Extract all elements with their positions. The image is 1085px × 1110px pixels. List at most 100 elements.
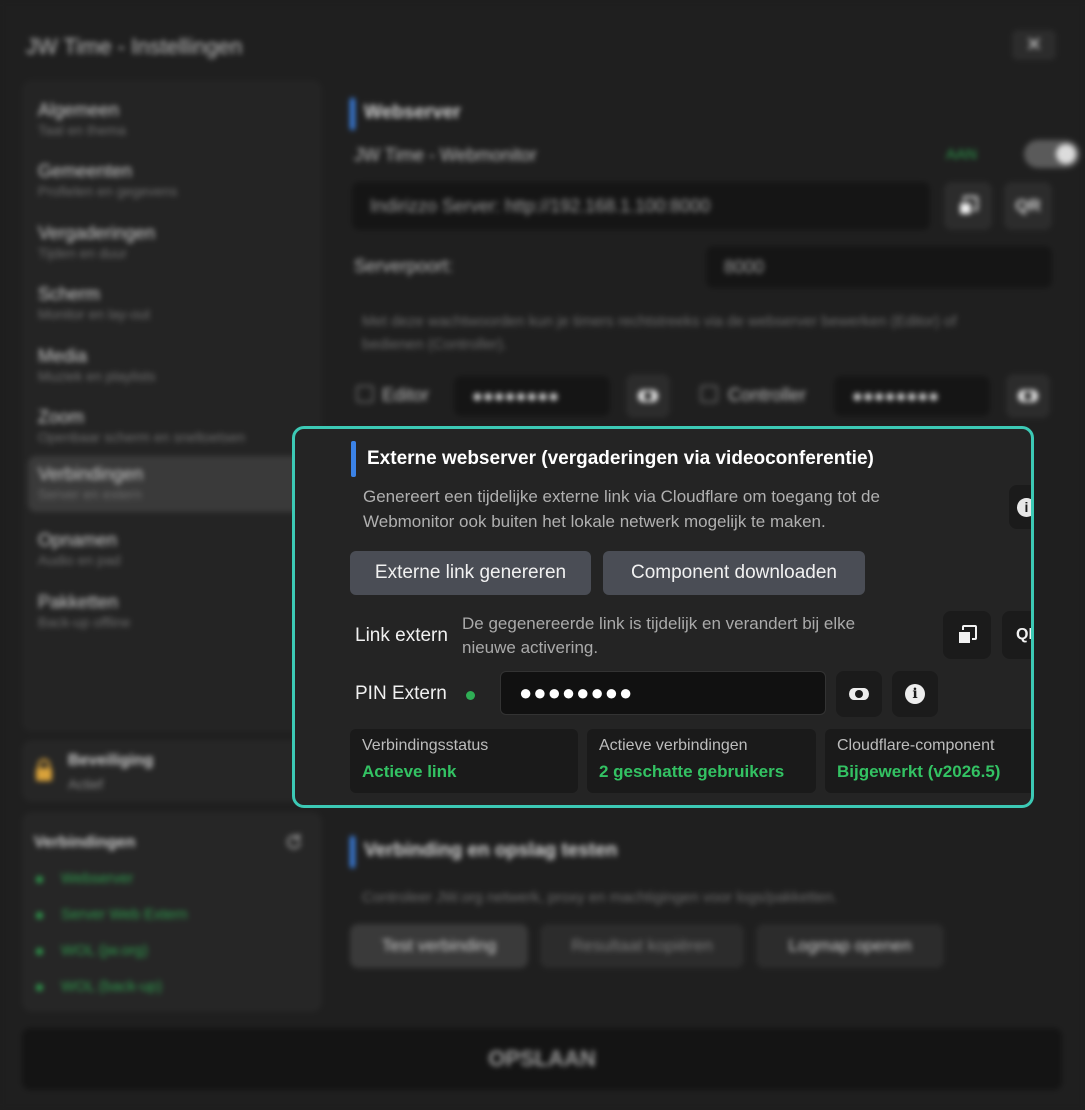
external-webserver-description: Genereert een tijdelijke externe link vi… bbox=[363, 487, 880, 531]
sidebar-item-label: Zoom bbox=[38, 407, 85, 427]
connection-label: Webserver bbox=[61, 870, 134, 887]
qr-code-button[interactable]: QR bbox=[1002, 611, 1031, 659]
connections-title: Verbindingen bbox=[34, 834, 136, 851]
test-heading: Verbinding en opslag testen bbox=[350, 836, 617, 868]
sidebar-item-sub: Monitor en lay-out bbox=[38, 306, 151, 322]
status-dot bbox=[36, 911, 43, 919]
editor-password-field[interactable]: ●●●●●●●● bbox=[454, 376, 610, 416]
sidebar-item-sub: Back-up offline bbox=[38, 614, 131, 630]
port-label: Serverpoort: bbox=[354, 256, 454, 276]
status-dot bbox=[36, 875, 43, 883]
save-button[interactable]: OPSLAAN bbox=[22, 1028, 1062, 1090]
sidebar-item-label: Pakketten bbox=[38, 592, 119, 612]
pin-status-dot bbox=[466, 691, 475, 700]
show-pin-button[interactable] bbox=[836, 671, 882, 717]
info-button[interactable]: i bbox=[1009, 485, 1031, 529]
eye-icon bbox=[1018, 390, 1038, 402]
external-webserver-card: Externe webserver (vergaderingen via vid… bbox=[292, 426, 1034, 808]
sidebar-item-pakketten[interactable]: Pakketten Back-up offline bbox=[28, 584, 315, 640]
connection-item: WOL (jw.org) bbox=[36, 942, 148, 959]
connection-item: Server Web Extern bbox=[36, 906, 187, 923]
port-field[interactable]: 8000 bbox=[706, 246, 1052, 288]
connection-item: WOL (back-up) bbox=[36, 978, 162, 995]
webmonitor-label: JW Time - Webmonitor bbox=[354, 145, 537, 165]
copy-result-button[interactable]: Resultaat kopiëren bbox=[540, 924, 744, 968]
sidebar-item-sub: Muziek en playlists bbox=[38, 368, 156, 384]
connections-panel: Verbindingen Webserver Server Web Extern… bbox=[22, 812, 322, 1012]
controller-password-field[interactable]: ●●●●●●●● bbox=[834, 376, 990, 416]
stat-label: Cloudflare-component bbox=[837, 737, 995, 754]
sidebar-item-media[interactable]: Media Muziek en playlists bbox=[28, 338, 315, 394]
stat-label: Actieve verbindingen bbox=[599, 737, 748, 754]
sidebar-item-label: Opnamen bbox=[38, 530, 118, 550]
editor-label: Editor bbox=[382, 385, 430, 405]
password-note: Met deze wachtwoorden kun je timers rech… bbox=[362, 313, 957, 353]
sidebar-item-label: Media bbox=[38, 346, 88, 366]
sidebar: Algemeen Taal en thema Gemeenten Profiel… bbox=[22, 80, 322, 732]
copy-link-button[interactable] bbox=[943, 611, 991, 659]
security-panel: Beveiliging Actief bbox=[22, 740, 322, 802]
qr-button[interactable]: QR bbox=[1004, 182, 1052, 230]
show-editor-password-button[interactable] bbox=[626, 374, 670, 418]
sidebar-item-label: Vergaderingen bbox=[38, 223, 156, 243]
webmonitor-toggle[interactable] bbox=[1024, 140, 1080, 168]
copy-icon bbox=[956, 624, 978, 646]
sidebar-item-sub: Profielen en gegevens bbox=[38, 183, 178, 199]
eye-icon bbox=[638, 390, 658, 402]
sidebar-item-label: Algemeen bbox=[38, 100, 120, 120]
sidebar-item-zoom[interactable]: Zoom Openbaar scherm en sneltoetsen bbox=[28, 399, 315, 455]
external-link-note: De gegenereerde link is tijdelijk en ver… bbox=[462, 614, 856, 657]
show-controller-password-button[interactable] bbox=[1006, 374, 1050, 418]
sidebar-item-scherm[interactable]: Scherm Monitor en lay-out bbox=[28, 276, 315, 332]
sidebar-item-gemeenten[interactable]: Gemeenten Profielen en gegevens bbox=[28, 153, 315, 209]
sidebar-item-verbindingen[interactable]: Verbindingen Server en extern bbox=[28, 456, 315, 512]
connection-label: Server Web Extern bbox=[61, 906, 188, 923]
info-icon: i bbox=[1017, 498, 1031, 517]
window-title: JW Time - Instellingen bbox=[26, 34, 243, 59]
status-dot bbox=[36, 947, 43, 955]
stat-label: Verbindingsstatus bbox=[362, 737, 489, 754]
pin-info-button[interactable]: i bbox=[892, 671, 938, 717]
connection-label: WOL (jw.org) bbox=[61, 942, 148, 959]
copy-address-button[interactable] bbox=[944, 182, 992, 230]
connection-item: Webserver bbox=[36, 870, 133, 887]
security-status: Actief bbox=[68, 776, 104, 792]
refresh-icon[interactable] bbox=[284, 832, 304, 852]
editor-checkbox[interactable] bbox=[356, 385, 374, 403]
pin-label: PIN Extern bbox=[355, 683, 447, 704]
stat-value: Bijgewerkt (v2026.5) bbox=[837, 762, 1001, 781]
generate-external-link-button[interactable]: Externe link genereren bbox=[350, 551, 591, 595]
connection-label: WOL (back-up) bbox=[61, 978, 163, 995]
cloudflare-component-card: Cloudflare-component Bijgewerkt (v2026.5… bbox=[825, 729, 1031, 793]
sidebar-item-sub: Tijden en duur bbox=[38, 245, 127, 261]
pin-field[interactable]: ●●●●●●●● bbox=[500, 671, 826, 715]
sidebar-item-label: Gemeenten bbox=[38, 161, 133, 181]
close-icon[interactable]: ✕ bbox=[1012, 30, 1056, 60]
security-title: Beveiliging bbox=[68, 752, 154, 769]
sidebar-item-sub: Taal en thema bbox=[38, 122, 126, 138]
active-connections-card: Actieve verbindingen 2 geschatte gebruik… bbox=[587, 729, 816, 793]
toggle-state-label: AAN bbox=[946, 146, 977, 163]
sidebar-item-sub: Server en extern bbox=[38, 486, 142, 502]
test-description: Controleer JW.org netwerk, proxy en mach… bbox=[362, 889, 838, 906]
lock-icon bbox=[36, 758, 52, 781]
connection-status-card: Verbindingsstatus Actieve link bbox=[350, 729, 578, 793]
stat-value: 2 geschatte gebruikers bbox=[599, 762, 785, 781]
controller-checkbox[interactable] bbox=[700, 385, 718, 403]
external-link-label: Link extern bbox=[355, 625, 448, 646]
stat-value: Actieve link bbox=[362, 762, 457, 781]
info-icon: i bbox=[905, 684, 925, 704]
sidebar-item-label: Verbindingen bbox=[38, 464, 144, 484]
sidebar-item-vergaderingen[interactable]: Vergaderingen Tijden en duur bbox=[28, 215, 315, 271]
sidebar-item-algemeen[interactable]: Algemeen Taal en thema bbox=[28, 92, 315, 148]
sidebar-item-sub: Openbaar scherm en sneltoetsen bbox=[38, 429, 246, 445]
sidebar-item-sub: Audio en pad bbox=[38, 552, 121, 568]
server-address-field[interactable]: Indirizzo Server: http://192.168.1.100:8… bbox=[352, 182, 930, 230]
external-webserver-heading: Externe webserver (vergaderingen via vid… bbox=[351, 441, 874, 477]
sidebar-item-opnamen[interactable]: Opnamen Audio en pad bbox=[28, 522, 315, 578]
webserver-heading: Webserver bbox=[350, 98, 461, 130]
open-log-folder-button[interactable]: Logmap openen bbox=[756, 924, 944, 968]
status-dot bbox=[36, 983, 43, 991]
download-component-button[interactable]: Component downloaden bbox=[603, 551, 865, 595]
test-connection-button[interactable]: Test verbinding bbox=[350, 924, 528, 968]
